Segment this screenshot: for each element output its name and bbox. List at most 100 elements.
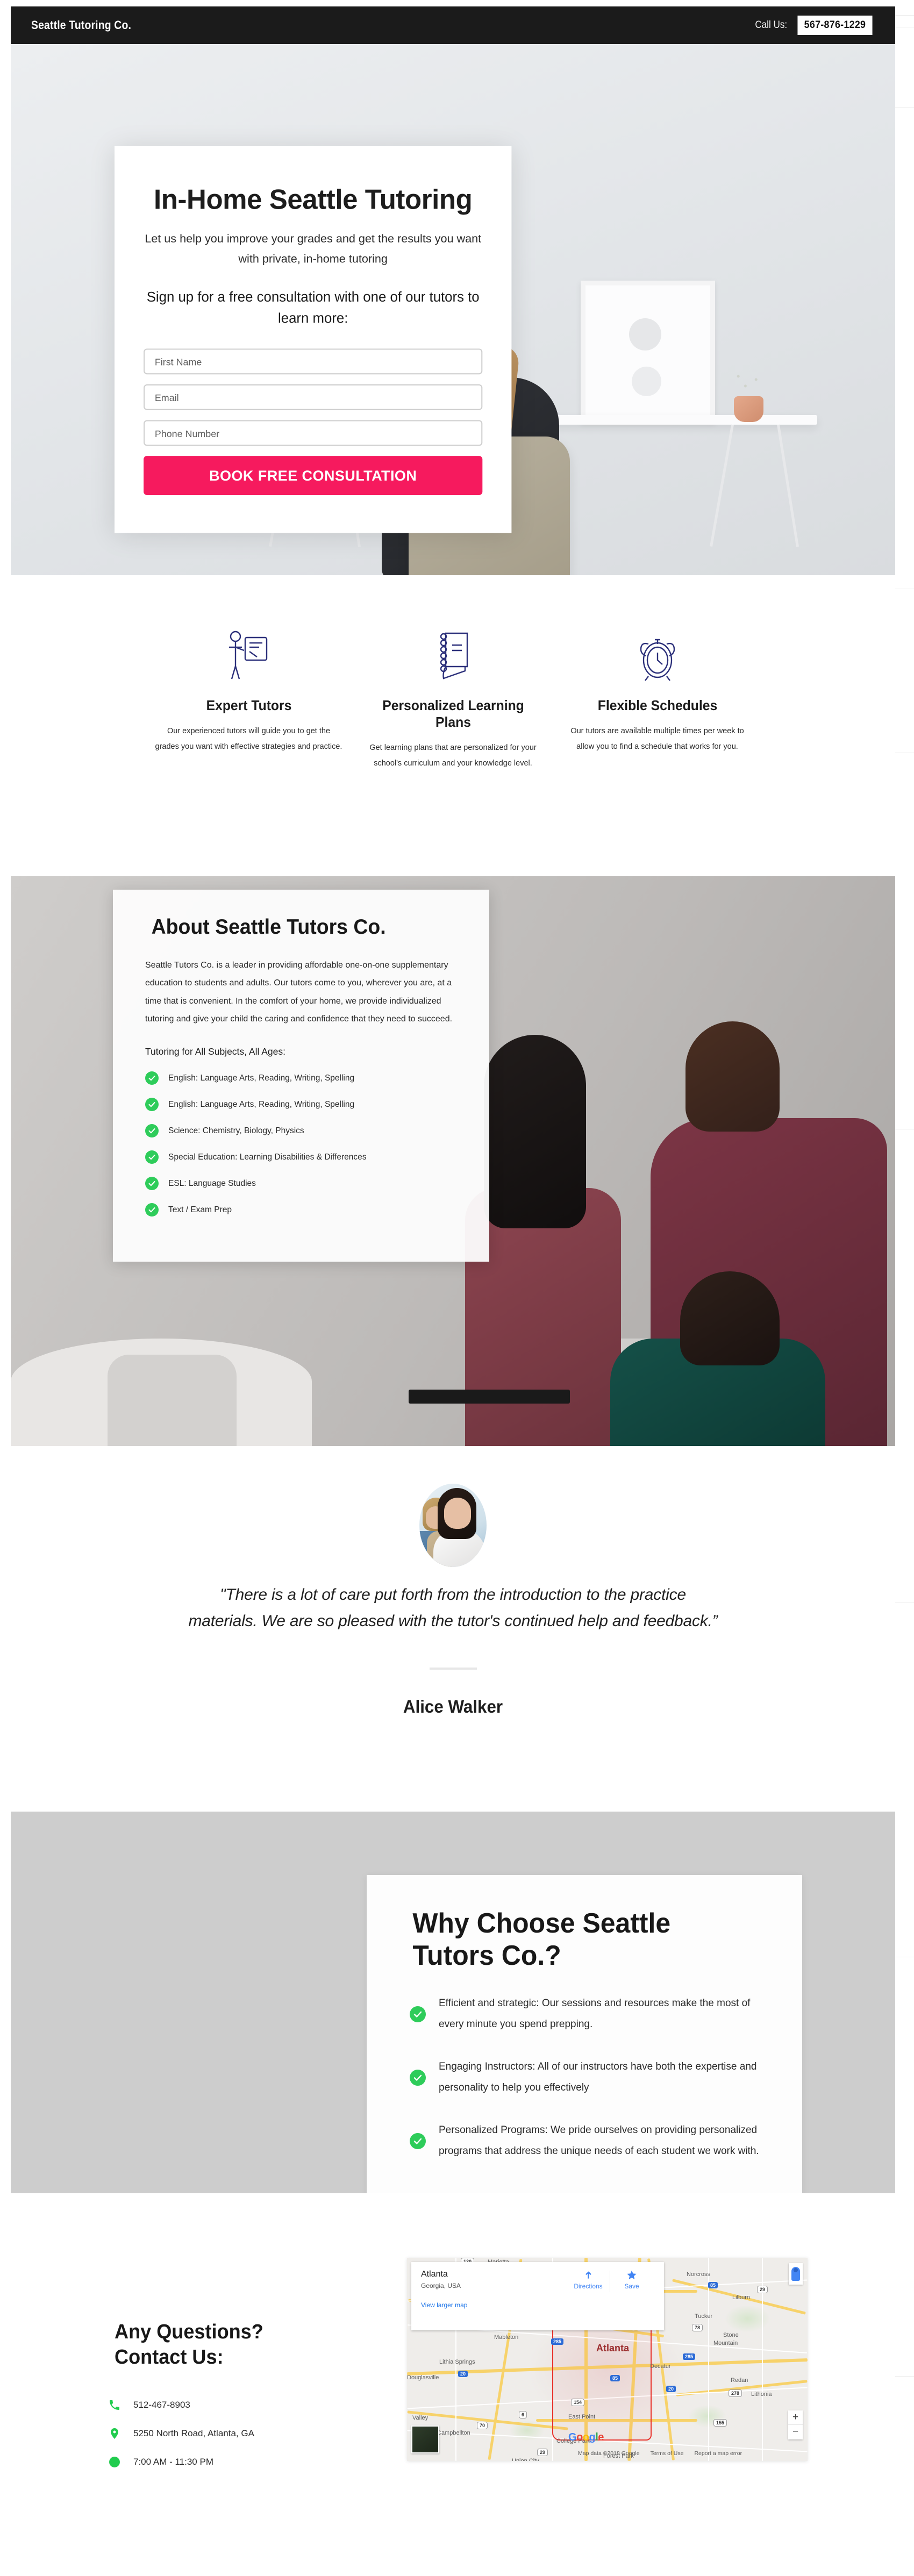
feature-title: Expert Tutors bbox=[206, 697, 291, 713]
report-map-error-link[interactable]: Report a map error bbox=[694, 2450, 742, 2457]
contact-row-address[interactable]: 5250 North Road, Atlanta, GA bbox=[108, 2427, 387, 2441]
check-circle-icon bbox=[410, 2069, 426, 2086]
contact-phone-value: 512-467-8903 bbox=[133, 2400, 190, 2410]
feature-personalized-learning-plans: Personalized Learning Plans Get learning… bbox=[351, 626, 555, 771]
list-item: ESL: Language Studies bbox=[145, 1177, 457, 1191]
why-choose-card: Why Choose Seattle Tutors Co.? Efficient… bbox=[367, 1875, 802, 2200]
map-place-label: Lithia Springs bbox=[439, 2359, 475, 2365]
teacher-presenting-icon bbox=[155, 626, 342, 685]
check-circle-icon bbox=[145, 1124, 159, 1138]
site-header: Seattle Tutoring Co. Call Us: 567-876-12… bbox=[11, 6, 895, 44]
feature-title: Flexible Schedules bbox=[597, 697, 717, 713]
map-place-label: Campbellton bbox=[437, 2430, 470, 2436]
list-item: Efficient and strategic: Our sessions an… bbox=[405, 1993, 763, 2035]
directions-arrow-icon bbox=[585, 2271, 591, 2279]
testimonial-section: "There is a lot of care put forth from t… bbox=[11, 1446, 895, 1812]
why-choose-section: Why Choose Seattle Tutors Co.? Efficient… bbox=[11, 1812, 895, 2200]
contact-row-hours: 7:00 AM - 11:30 PM bbox=[108, 2455, 387, 2469]
map-place-label: Valley bbox=[412, 2415, 429, 2421]
page-title: In-Home Seattle Tutoring bbox=[154, 184, 473, 216]
google-map-embed[interactable]: Atlanta MariettaNorcrossLilburnTuckerSto… bbox=[407, 2258, 808, 2461]
check-circle-icon bbox=[145, 1071, 159, 1085]
avatar bbox=[419, 1484, 487, 1567]
zoom-in-button[interactable]: + bbox=[788, 2410, 803, 2425]
map-place-label: Stone bbox=[723, 2332, 739, 2338]
contact-heading-line1: Any Questions? bbox=[115, 2321, 263, 2343]
highway-shield-icon: 285 bbox=[551, 2338, 564, 2345]
check-circle-icon bbox=[410, 2133, 426, 2149]
list-item: Special Education: Learning Disabilities… bbox=[145, 1150, 457, 1164]
highway-shield-icon: 20 bbox=[458, 2371, 468, 2377]
phone-input[interactable] bbox=[144, 420, 483, 446]
map-place-label: Mableton bbox=[494, 2334, 519, 2341]
site-logo[interactable]: Seattle Tutoring Co. bbox=[31, 18, 131, 32]
why-choose-heading: Why Choose Seattle Tutors Co.? bbox=[412, 1908, 671, 1971]
view-larger-map-link[interactable]: View larger map bbox=[421, 2301, 654, 2309]
highway-shield-icon: 278 bbox=[729, 2389, 742, 2397]
check-circle-icon bbox=[145, 1177, 159, 1191]
location-pin-icon bbox=[108, 2427, 122, 2441]
check-circle-icon bbox=[145, 1098, 159, 1112]
contact-heading-line2: Contact Us: bbox=[115, 2346, 224, 2369]
map-place-label: Mountain bbox=[713, 2340, 738, 2346]
highway-shield-icon: 155 bbox=[713, 2419, 727, 2427]
list-item: English: Language Arts, Reading, Writing… bbox=[145, 1098, 457, 1112]
highway-shield-icon: 29 bbox=[757, 2286, 768, 2293]
why-choose-item-text: Personalized Programs: We pride ourselve… bbox=[439, 2124, 759, 2157]
call-us-label: Call Us: bbox=[754, 19, 787, 31]
testimonial-author: Alice Walker bbox=[403, 1697, 503, 1717]
why-choose-item-text: Efficient and strategic: Our sessions an… bbox=[439, 1998, 751, 2030]
highway-shield-icon: 6 bbox=[519, 2411, 527, 2418]
map-place-label: Douglasville bbox=[407, 2374, 439, 2381]
feature-expert-tutors: Expert Tutors Our experienced tutors wil… bbox=[147, 626, 351, 755]
directions-button[interactable]: Directions bbox=[567, 2270, 610, 2290]
map-place-label: East Point bbox=[568, 2414, 596, 2420]
check-circle-icon bbox=[145, 1150, 159, 1164]
email-input[interactable] bbox=[144, 384, 483, 411]
book-free-consultation-button[interactable]: BOOK FREE CONSULTATION bbox=[144, 456, 483, 496]
map-place-label: Lilburn bbox=[732, 2294, 751, 2301]
about-subheading: Tutoring for All Subjects, All Ages: bbox=[145, 1046, 286, 1057]
satellite-view-toggle[interactable] bbox=[411, 2425, 439, 2453]
subject-label: Science: Chemistry, Biology, Physics bbox=[168, 1126, 304, 1135]
map-card-actions: Directions Save bbox=[567, 2270, 653, 2292]
map-place-label: Union City bbox=[512, 2458, 539, 2461]
check-circle-icon bbox=[410, 2006, 426, 2022]
map-zoom-controls[interactable]: + − bbox=[788, 2410, 803, 2439]
pegman-street-view-control[interactable] bbox=[789, 2263, 803, 2285]
map-attribution-bar: Map data ©2018 Google Terms of Use Repor… bbox=[578, 2450, 742, 2457]
phone-icon bbox=[108, 2398, 122, 2412]
notebook-icon bbox=[360, 626, 547, 685]
save-button[interactable]: Save bbox=[610, 2270, 653, 2290]
contact-heading: Any Questions? Contact Us: bbox=[115, 2320, 380, 2370]
feature-body: Our tutors are available multiple times … bbox=[570, 727, 744, 751]
hero-cta-prompt: Sign up for a free consultation with one… bbox=[146, 289, 480, 326]
map-place-label: Lithonia bbox=[751, 2391, 772, 2398]
features-section: Expert Tutors Our experienced tutors wil… bbox=[11, 575, 895, 876]
highway-shield-icon: 154 bbox=[571, 2399, 585, 2406]
clock-icon bbox=[108, 2455, 122, 2469]
first-name-input[interactable] bbox=[144, 348, 483, 375]
highway-shield-icon: 85 bbox=[610, 2375, 620, 2381]
about-card: About Seattle Tutors Co. Seattle Tutors … bbox=[113, 890, 489, 1262]
map-city-label: Atlanta bbox=[596, 2343, 630, 2353]
save-label: Save bbox=[624, 2282, 639, 2290]
check-circle-icon bbox=[145, 1203, 159, 1217]
hero-section: In-Home Seattle Tutoring Let us help you… bbox=[11, 44, 895, 575]
subject-label: ESL: Language Studies bbox=[168, 1178, 256, 1188]
hero-subheading: Let us help you improve your grades and … bbox=[145, 233, 482, 266]
testimonial-quote: "There is a lot of care put forth from t… bbox=[188, 1586, 718, 1630]
contact-details: Any Questions? Contact Us: 512-467-8903 … bbox=[108, 2320, 387, 2484]
feature-body: Our experienced tutors will guide you to… bbox=[155, 727, 342, 751]
list-item: Text / Exam Prep bbox=[145, 1203, 457, 1217]
feature-body: Get learning plans that are personalized… bbox=[369, 743, 537, 768]
contact-row-phone[interactable]: 512-467-8903 bbox=[108, 2398, 387, 2412]
zoom-out-button[interactable]: − bbox=[788, 2425, 803, 2439]
header-phone-number[interactable]: 567-876-1229 bbox=[797, 16, 873, 35]
map-place-label: Decatur bbox=[650, 2363, 671, 2370]
hero-signup-card: In-Home Seattle Tutoring Let us help you… bbox=[115, 146, 512, 534]
terms-of-use-link[interactable]: Terms of Use bbox=[651, 2450, 684, 2457]
highway-shield-icon: 85 bbox=[708, 2282, 718, 2288]
map-place-label: Tucker bbox=[695, 2313, 713, 2320]
map-data-attribution: Map data ©2018 Google bbox=[578, 2450, 640, 2457]
